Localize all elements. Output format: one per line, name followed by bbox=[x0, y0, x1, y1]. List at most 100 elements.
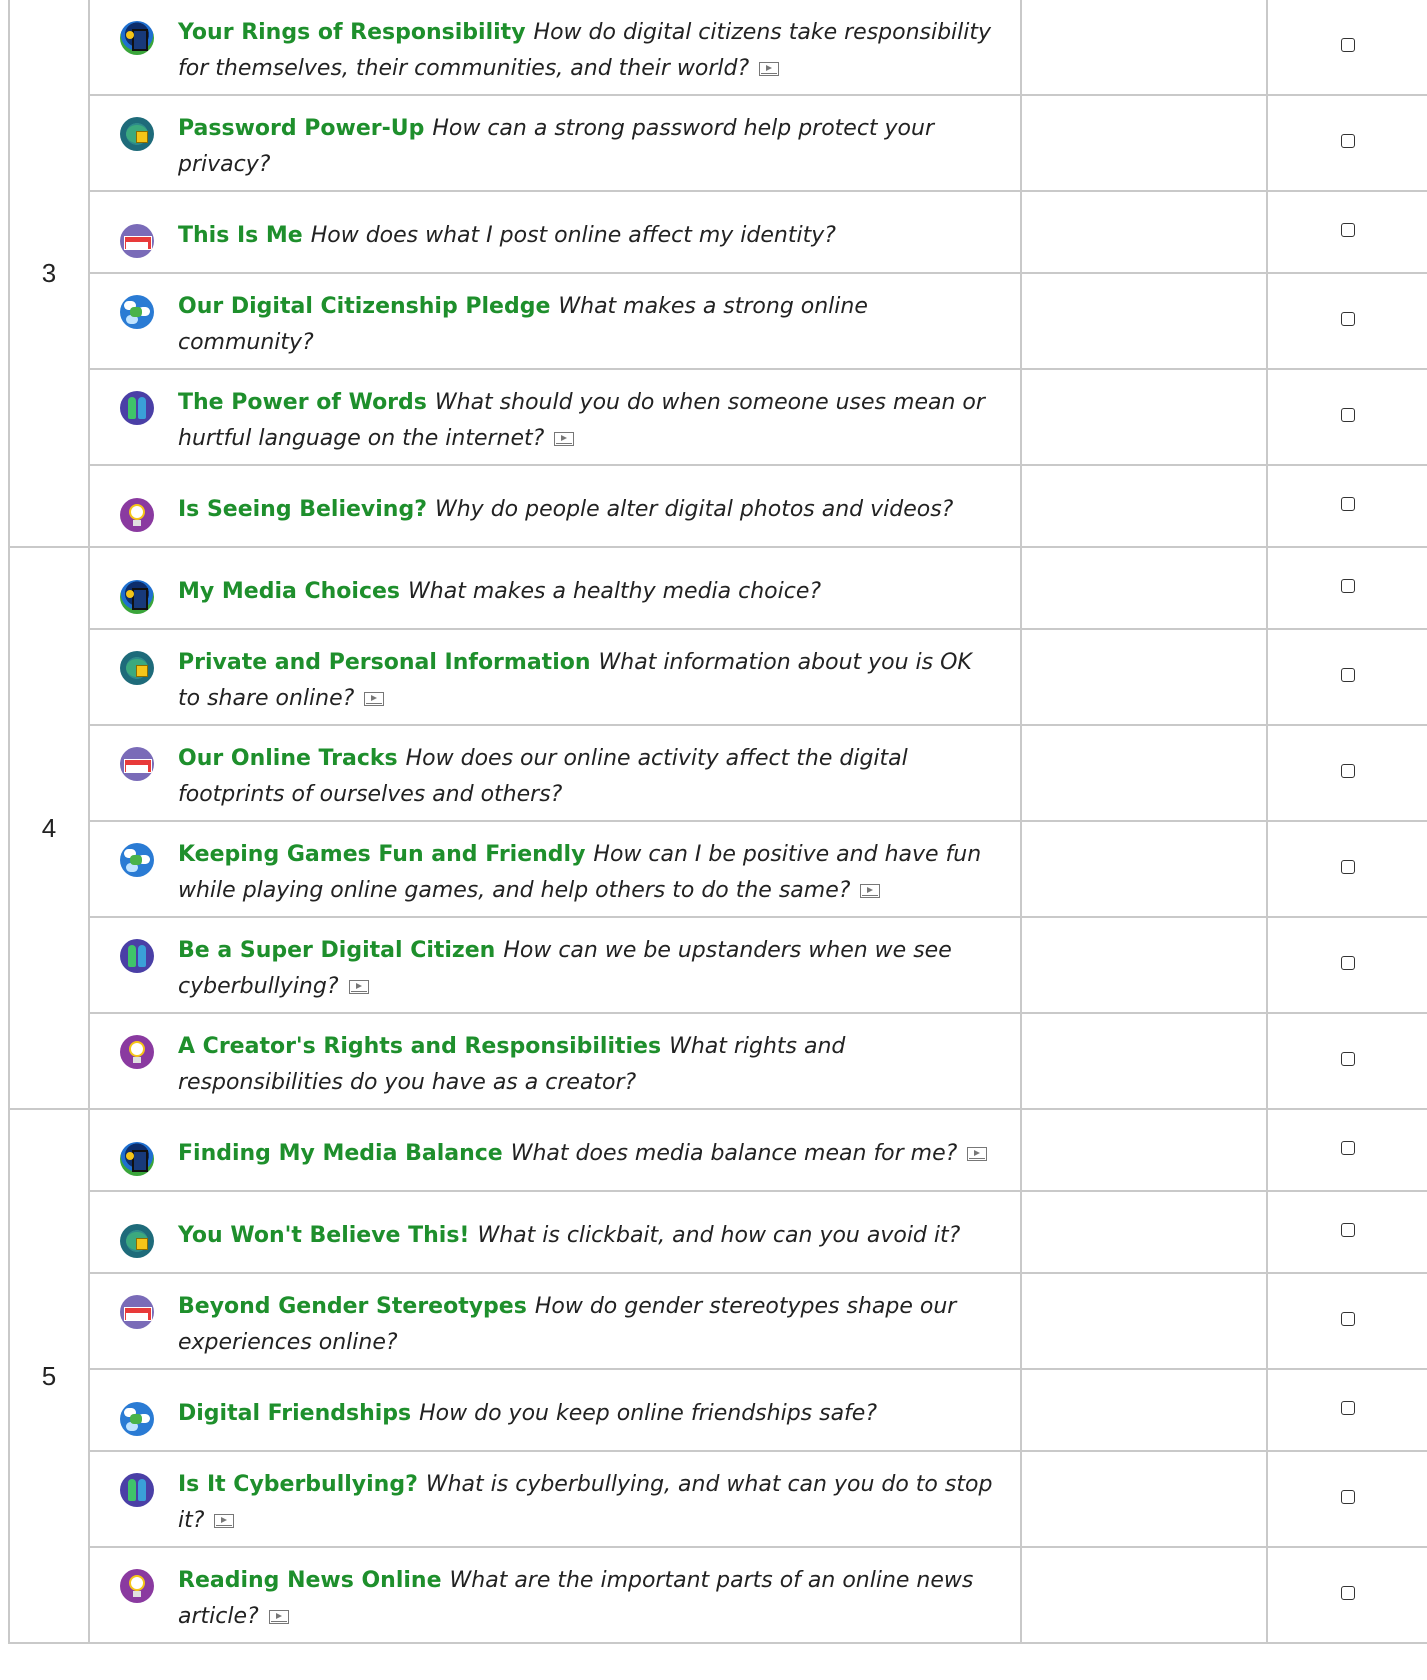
video-icon[interactable] bbox=[759, 62, 780, 76]
lesson-checkbox[interactable] bbox=[1340, 496, 1355, 511]
lesson-question: What does media balance mean for me? bbox=[510, 1141, 958, 1166]
lesson-cell: Your Rings of Responsibility How do digit… bbox=[88, 0, 1022, 96]
lesson-content: Is Seeing Believing? Why do people alter … bbox=[90, 478, 1020, 534]
lesson-content: Private and Personal Information What inf… bbox=[90, 631, 1020, 723]
lesson-question: Why do people alter digital photos and v… bbox=[434, 497, 954, 522]
lesson-checkbox[interactable] bbox=[1340, 133, 1355, 148]
lesson-title-link[interactable]: Be a Super Digital Citizen bbox=[178, 938, 495, 963]
lesson-description: The Power of Words What should you do whe… bbox=[178, 371, 1000, 463]
video-icon[interactable] bbox=[860, 884, 881, 898]
lesson-checkbox[interactable] bbox=[1340, 955, 1355, 970]
video-icon[interactable] bbox=[967, 1147, 988, 1161]
lesson-title-link[interactable]: A Creator's Rights and Responsibilities bbox=[178, 1034, 661, 1059]
lesson-description: Be a Super Digital Citizen How can we be … bbox=[178, 919, 1000, 1011]
lesson-content: Is It Cyberbullying? What is cyberbullyin… bbox=[90, 1453, 1020, 1545]
notes-cell bbox=[1020, 1450, 1268, 1548]
lesson-cell: Beyond Gender Stereotypes How do gender s… bbox=[88, 1272, 1022, 1370]
lesson-cell: Our Digital Citizenship Pledge What makes… bbox=[88, 272, 1022, 370]
lesson-cell: Keeping Games Fun and Friendly How can I … bbox=[88, 820, 1022, 918]
notes-cell bbox=[1020, 94, 1268, 192]
lesson-checkbox[interactable] bbox=[1340, 763, 1355, 778]
lesson-content: Digital Friendships How do you keep onlin… bbox=[90, 1382, 1020, 1438]
lesson-description: This Is Me How does what I post online af… bbox=[178, 204, 1000, 260]
lesson-content: Keeping Games Fun and Friendly How can I … bbox=[90, 823, 1020, 915]
lesson-checkbox[interactable] bbox=[1340, 1311, 1355, 1326]
table-row: This Is Me How does what I post online af… bbox=[9, 190, 1427, 274]
news-literacy-icon bbox=[120, 498, 154, 532]
lesson-content: You Won't Believe This! What is clickbait… bbox=[90, 1204, 1020, 1260]
lesson-checkbox[interactable] bbox=[1340, 37, 1355, 52]
lesson-checkbox[interactable] bbox=[1340, 407, 1355, 422]
lesson-content: Beyond Gender Stereotypes How do gender s… bbox=[90, 1275, 1020, 1367]
lesson-checkbox[interactable] bbox=[1340, 1400, 1355, 1415]
lesson-title-link[interactable]: Keeping Games Fun and Friendly bbox=[178, 842, 585, 867]
notes-cell bbox=[1020, 1368, 1268, 1452]
news-literacy-icon bbox=[120, 1569, 154, 1603]
lesson-cell: The Power of Words What should you do whe… bbox=[88, 368, 1022, 466]
cyberbullying-icon bbox=[120, 1473, 154, 1507]
lesson-title-link[interactable]: Private and Personal Information bbox=[178, 650, 591, 675]
lesson-title-link[interactable]: You Won't Believe This! bbox=[178, 1223, 469, 1248]
table-row: Keeping Games Fun and Friendly How can I … bbox=[9, 820, 1427, 918]
lesson-checkbox[interactable] bbox=[1340, 1051, 1355, 1066]
lesson-content: A Creator's Rights and Responsibilities W… bbox=[90, 1015, 1020, 1107]
lesson-checkbox[interactable] bbox=[1340, 667, 1355, 682]
lesson-cell: My Media Choices What makes a healthy med… bbox=[88, 546, 1022, 630]
relationships-icon bbox=[120, 843, 154, 877]
lesson-content: Reading News Online What are the importan… bbox=[90, 1549, 1020, 1641]
lesson-cell: Private and Personal Information What inf… bbox=[88, 628, 1022, 726]
notes-cell bbox=[1020, 1190, 1268, 1274]
media-balance-icon bbox=[120, 580, 154, 614]
lesson-title-link[interactable]: Finding My Media Balance bbox=[178, 1141, 503, 1166]
lesson-description: Our Online Tracks How does our online act… bbox=[178, 727, 1000, 819]
lesson-description: Our Digital Citizenship Pledge What makes… bbox=[178, 275, 1000, 367]
table-row: Is Seeing Believing? Why do people alter … bbox=[9, 464, 1427, 548]
lesson-question: How do you keep online friendships safe? bbox=[419, 1401, 878, 1426]
lesson-title-link[interactable]: My Media Choices bbox=[178, 579, 400, 604]
notes-cell bbox=[1020, 272, 1268, 370]
lesson-title-link[interactable]: Digital Friendships bbox=[178, 1401, 411, 1426]
lesson-checkbox[interactable] bbox=[1340, 859, 1355, 874]
video-icon[interactable] bbox=[268, 1610, 289, 1624]
notes-cell bbox=[1020, 1012, 1268, 1110]
grade-cell: 4 bbox=[8, 546, 90, 1110]
checkbox-cell bbox=[1266, 916, 1427, 1014]
grade-cell: 3 bbox=[8, 0, 90, 548]
checkbox-cell bbox=[1266, 190, 1427, 274]
notes-cell bbox=[1020, 724, 1268, 822]
notes-cell bbox=[1020, 464, 1268, 548]
privacy-security-icon bbox=[120, 651, 154, 685]
lesson-checkbox[interactable] bbox=[1340, 1489, 1355, 1504]
video-icon[interactable] bbox=[364, 692, 385, 706]
table-row: 4 My Media Choices What makes a healthy me… bbox=[8, 546, 1427, 1110]
checkbox-cell bbox=[1266, 1272, 1427, 1370]
lesson-cell: You Won't Believe This! What is clickbait… bbox=[88, 1190, 1022, 1274]
lesson-title-link[interactable]: Our Online Tracks bbox=[178, 746, 398, 771]
checkbox-cell bbox=[1266, 1012, 1427, 1110]
video-icon[interactable] bbox=[554, 432, 575, 446]
video-icon[interactable] bbox=[214, 1514, 235, 1528]
lesson-title-link[interactable]: Your Rings of Responsibility bbox=[178, 20, 526, 45]
lesson-checkbox[interactable] bbox=[1340, 1222, 1355, 1237]
lesson-title-link[interactable]: The Power of Words bbox=[178, 390, 427, 415]
checkbox-cell bbox=[1266, 820, 1427, 918]
lesson-checkbox[interactable] bbox=[1340, 578, 1355, 593]
lesson-checkbox[interactable] bbox=[1340, 222, 1355, 237]
video-icon[interactable] bbox=[348, 980, 369, 994]
grade-cell: 5 bbox=[8, 1108, 90, 1644]
lesson-cell: Is Seeing Believing? Why do people alter … bbox=[88, 464, 1022, 548]
lesson-title-link[interactable]: Is It Cyberbullying? bbox=[178, 1472, 418, 1497]
lesson-title-link[interactable]: Is Seeing Believing? bbox=[178, 497, 427, 522]
lesson-title-link[interactable]: Reading News Online bbox=[178, 1568, 442, 1593]
notes-cell bbox=[1020, 916, 1268, 1014]
lesson-title-link[interactable]: This Is Me bbox=[178, 223, 303, 248]
lesson-title-link[interactable]: Our Digital Citizenship Pledge bbox=[178, 294, 550, 319]
lesson-checkbox[interactable] bbox=[1340, 311, 1355, 326]
relationships-icon bbox=[120, 295, 154, 329]
lesson-title-link[interactable]: Beyond Gender Stereotypes bbox=[178, 1294, 527, 1319]
notes-cell bbox=[1020, 1272, 1268, 1370]
lesson-checkbox[interactable] bbox=[1340, 1140, 1355, 1155]
notes-cell bbox=[1020, 628, 1268, 726]
lesson-checkbox[interactable] bbox=[1340, 1585, 1355, 1600]
lesson-title-link[interactable]: Password Power-Up bbox=[178, 116, 424, 141]
